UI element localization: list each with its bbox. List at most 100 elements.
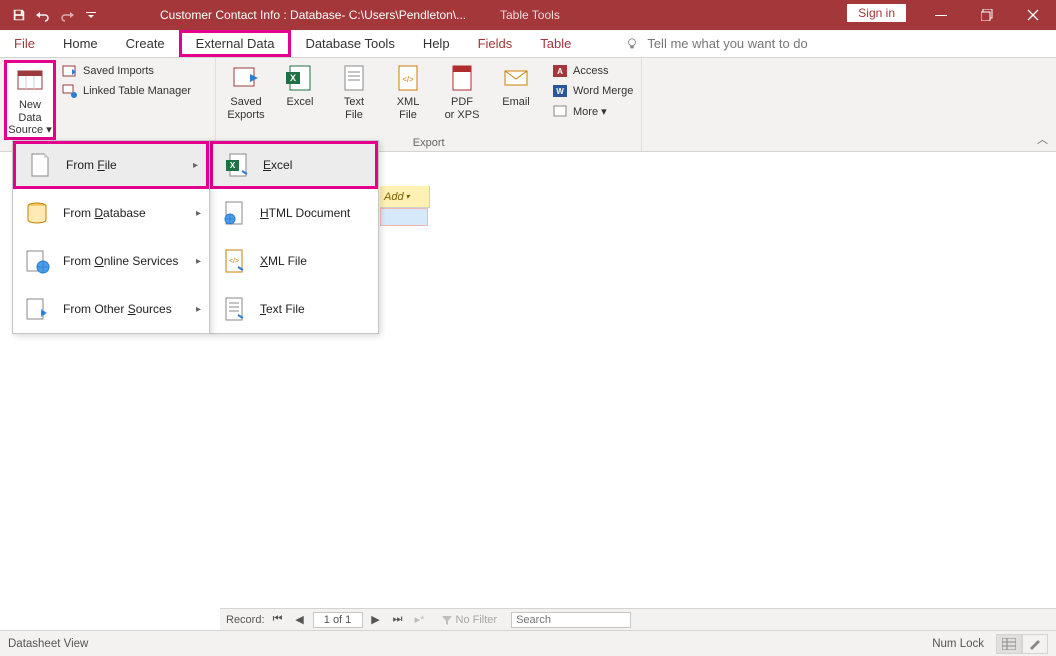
linked-table-manager-icon (62, 83, 78, 99)
tab-home[interactable]: Home (49, 30, 112, 57)
export-excel-button[interactable]: X Excel (274, 60, 326, 109)
ribbon: New Data Source ▾ Saved Imports Linked T… (0, 58, 1056, 152)
menu-from-file[interactable]: From File ▸ (13, 141, 209, 189)
word-icon: W (552, 83, 568, 99)
chevron-right-icon: ▸ (196, 304, 201, 315)
export-more-button[interactable]: More ▾ (548, 102, 637, 120)
group-import-link: New Data Source ▾ Saved Imports Linked T… (0, 58, 216, 151)
nav-next-button[interactable]: ▶ (367, 613, 385, 626)
status-numlock: Num Lock (932, 638, 984, 650)
menu-from-other-sources[interactable]: From Other Sources ▸ (13, 285, 209, 333)
globe-icon (23, 247, 51, 275)
chevron-right-icon: ▸ (196, 208, 201, 219)
excel-icon: X (223, 151, 251, 179)
other-sources-icon (23, 295, 51, 323)
chevron-down-icon: ▾ (406, 192, 410, 201)
text-file-icon (220, 295, 248, 323)
tab-create[interactable]: Create (112, 30, 179, 57)
nav-last-button[interactable]: ⏭ (389, 613, 407, 626)
export-xml-file-button[interactable]: </> XML File (382, 60, 434, 121)
nav-new-button[interactable]: ▸* (411, 613, 429, 626)
svg-text:</>: </> (229, 258, 239, 265)
menu-from-database[interactable]: From Database ▸ (13, 189, 209, 237)
minimize-button[interactable] (918, 0, 964, 30)
xml-file-icon: </> (392, 62, 424, 94)
tell-me-placeholder: Tell me what you want to do (647, 36, 807, 51)
pdf-icon (446, 62, 478, 94)
submenu-excel[interactable]: X Excel (210, 141, 378, 189)
group-export: Saved Exports X Excel Text File </> XML … (216, 58, 642, 151)
status-bar: Datasheet View Num Lock (0, 630, 1056, 656)
svg-text:</>: </> (402, 75, 414, 84)
export-pdf-xps-button[interactable]: PDF or XPS (436, 60, 488, 121)
submenu-text-file[interactable]: Text File (210, 285, 378, 333)
chevron-right-icon: ▸ (196, 256, 201, 267)
menu-from-online-services[interactable]: From Online Services ▸ (13, 237, 209, 285)
saved-imports-button[interactable]: Saved Imports (58, 62, 195, 80)
search-input[interactable] (511, 612, 631, 628)
saved-imports-icon (62, 63, 78, 79)
lightbulb-icon (625, 37, 639, 51)
datasheet-view-button[interactable] (996, 634, 1022, 654)
datasheet-view-icon (1002, 638, 1016, 650)
filter-icon (441, 614, 453, 626)
excel-icon: X (284, 62, 316, 94)
close-button[interactable] (1010, 0, 1056, 30)
tab-database-tools[interactable]: Database Tools (291, 30, 408, 57)
design-view-button[interactable] (1022, 634, 1048, 654)
new-data-source-label: New Data Source ▾ (7, 99, 53, 137)
database-icon (23, 199, 51, 227)
restore-button[interactable] (964, 0, 1010, 30)
redo-icon[interactable] (56, 4, 78, 26)
click-to-add-column[interactable]: Add ▾ (380, 186, 430, 208)
access-icon: A (552, 63, 568, 79)
window-title: Customer Contact Info : Database- C:\Use… (160, 8, 466, 22)
title-bar: Customer Contact Info : Database- C:\Use… (0, 0, 1056, 30)
tab-external-data[interactable]: External Data (179, 30, 292, 57)
new-data-source-button[interactable]: New Data Source ▾ (4, 60, 56, 140)
record-search (511, 612, 631, 628)
email-icon (500, 62, 532, 94)
tab-table[interactable]: Table (526, 30, 585, 57)
tab-fields[interactable]: Fields (464, 30, 527, 57)
contextual-tab-title: Table Tools (500, 8, 560, 22)
new-data-source-icon (14, 65, 46, 97)
svg-text:X: X (290, 73, 296, 83)
submenu-html-document[interactable]: HTML Document (210, 189, 378, 237)
record-navigator: Record: ⏮ ◀ 1 of 1 ▶ ⏭ ▸* No Filter (220, 608, 1056, 630)
ribbon-collapse-icon[interactable]: ︿ (1037, 131, 1048, 147)
undo-icon[interactable] (32, 4, 54, 26)
qat-customize-icon[interactable] (80, 4, 102, 26)
new-data-source-menu: From File ▸ From Database ▸ From Online … (12, 140, 210, 334)
no-filter-indicator[interactable]: No Filter (441, 614, 498, 626)
export-access-button[interactable]: A Access (548, 62, 637, 80)
status-view-mode: Datasheet View (8, 638, 88, 650)
svg-text:X: X (230, 161, 236, 170)
save-icon[interactable] (8, 4, 30, 26)
linked-table-manager-button[interactable]: Linked Table Manager (58, 82, 195, 100)
quick-access-toolbar (0, 4, 102, 26)
window-buttons (918, 0, 1056, 30)
export-email-button[interactable]: Email (490, 60, 542, 109)
saved-exports-button[interactable]: Saved Exports (220, 60, 272, 121)
from-file-submenu: X Excel HTML Document </> XML File Text … (209, 140, 379, 334)
svg-text:A: A (557, 67, 563, 76)
nav-first-button[interactable]: ⏮ (269, 613, 287, 626)
submenu-xml-file[interactable]: </> XML File (210, 237, 378, 285)
datasheet-active-cell[interactable] (380, 208, 428, 226)
nav-prev-button[interactable]: ◀ (291, 613, 309, 626)
chevron-right-icon: ▸ (193, 160, 198, 171)
export-word-merge-button[interactable]: W Word Merge (548, 82, 637, 100)
sign-in-button[interactable]: Sign in (847, 4, 906, 22)
tab-file[interactable]: File (0, 30, 49, 57)
ribbon-tabs: File Home Create External Data Database … (0, 30, 1056, 58)
export-text-file-button[interactable]: Text File (328, 60, 380, 121)
text-file-icon (338, 62, 370, 94)
html-icon (220, 199, 248, 227)
tell-me-search[interactable]: Tell me what you want to do (625, 30, 807, 57)
xml-icon: </> (220, 247, 248, 275)
design-view-icon (1028, 638, 1042, 650)
record-position[interactable]: 1 of 1 (313, 612, 363, 628)
tab-help[interactable]: Help (409, 30, 464, 57)
record-label: Record: (226, 614, 265, 626)
